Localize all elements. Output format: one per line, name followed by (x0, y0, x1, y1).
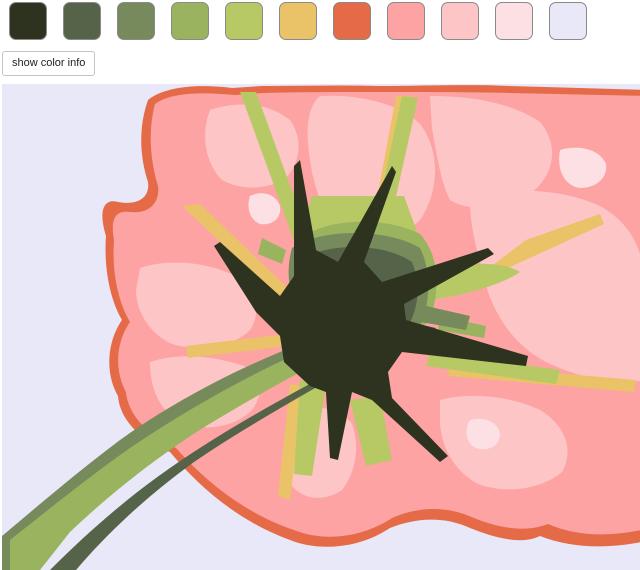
swatch-9[interactable] (441, 2, 479, 40)
color-palette-app: show color info (0, 0, 640, 570)
swatch-8[interactable] (387, 2, 425, 40)
swatch-11[interactable] (549, 2, 587, 40)
swatch-2[interactable] (63, 2, 101, 40)
swatch-4[interactable] (171, 2, 209, 40)
swatch-7[interactable] (333, 2, 371, 40)
swatch-10[interactable] (495, 2, 533, 40)
swatch-6[interactable] (279, 2, 317, 40)
posterized-flower-image (2, 84, 640, 570)
show-color-info-button[interactable]: show color info (2, 51, 96, 76)
swatch-5[interactable] (225, 2, 263, 40)
color-palette (9, 2, 587, 40)
swatch-1[interactable] (9, 2, 47, 40)
swatch-3[interactable] (117, 2, 155, 40)
